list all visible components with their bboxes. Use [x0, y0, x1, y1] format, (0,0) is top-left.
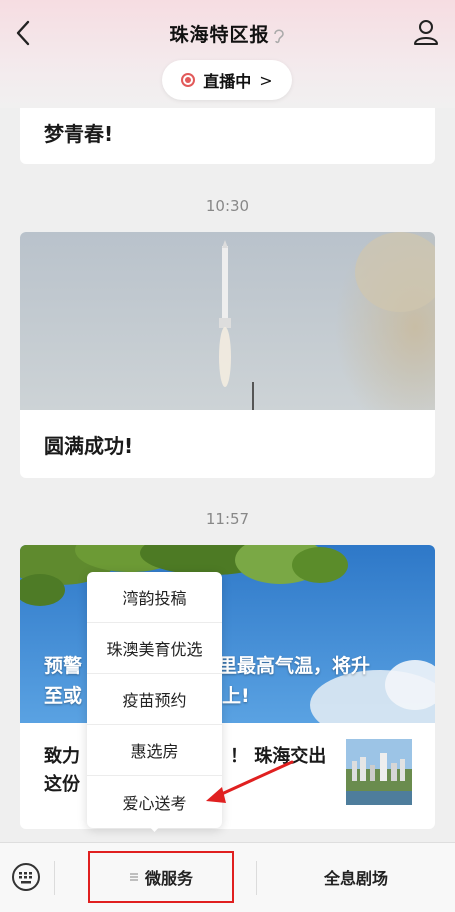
menu-item-art-education[interactable]: 珠澳美育优选 — [87, 623, 222, 674]
live-button[interactable]: 直播中 > — [162, 60, 292, 100]
micro-service-label: 微服务 — [144, 869, 193, 888]
rocket-launch-image — [20, 232, 435, 410]
overlay-line1-left: 预警 — [44, 655, 83, 677]
timestamp: 11:57 — [205, 510, 250, 528]
overlay-line1-right: 里最高气温，将升 — [218, 655, 371, 677]
keyboard-icon[interactable] — [11, 862, 41, 892]
feed-card[interactable]: 圆满成功! — [20, 232, 435, 478]
overlay-line2-left: 至或 — [44, 685, 83, 707]
chevron-right-icon: > — [259, 70, 273, 90]
live-dot-icon — [181, 73, 196, 87]
card-text: 圆满成功! — [44, 434, 134, 458]
ear-icon[interactable] — [272, 27, 286, 45]
popup-pointer — [147, 824, 162, 832]
card-text: 梦青春! — [44, 122, 114, 146]
news-line1-left: 致力 — [44, 746, 80, 767]
news-line1-right: ！ 珠海交出 — [230, 746, 327, 767]
service-popup-menu: 湾韵投稿 珠澳美育优选 疫苗预约 惠选房 爱心送考 — [87, 572, 222, 828]
holographic-theater-label: 全息剧场 — [323, 869, 388, 888]
menu-item-exam-support[interactable]: 爱心送考 — [87, 776, 222, 827]
holographic-theater-button[interactable]: 全息剧场 — [257, 851, 455, 903]
news-line2-left: 这份 — [44, 774, 80, 795]
feed-card[interactable]: 预警 里最高气温，将升 至或 上! 致力 ！ 珠海交出 这份 — [20, 545, 435, 829]
page-title: 珠海特区报 — [0, 20, 455, 47]
menu-item-submission[interactable]: 湾韵投稿 — [87, 572, 222, 623]
bar-divider — [54, 861, 55, 895]
live-label: 直播中 — [203, 72, 252, 91]
menu-lines-icon — [129, 873, 138, 881]
user-icon[interactable] — [413, 18, 439, 46]
menu-item-housing[interactable]: 惠选房 — [87, 725, 222, 776]
menu-item-vaccine[interactable]: 疫苗预约 — [87, 674, 222, 725]
overlay-line2-right: 上! — [222, 685, 250, 707]
micro-service-button[interactable]: 微服务 — [88, 851, 234, 903]
timestamp: 10:30 — [205, 197, 250, 215]
header: 珠海特区报 直播中 > — [0, 0, 455, 108]
title-text: 珠海特区报 — [169, 24, 270, 46]
feed-card[interactable]: 梦青春! — [20, 108, 435, 164]
bottom-menu-bar: 微服务 全息剧场 — [0, 842, 455, 912]
city-thumbnail-image — [346, 739, 412, 805]
